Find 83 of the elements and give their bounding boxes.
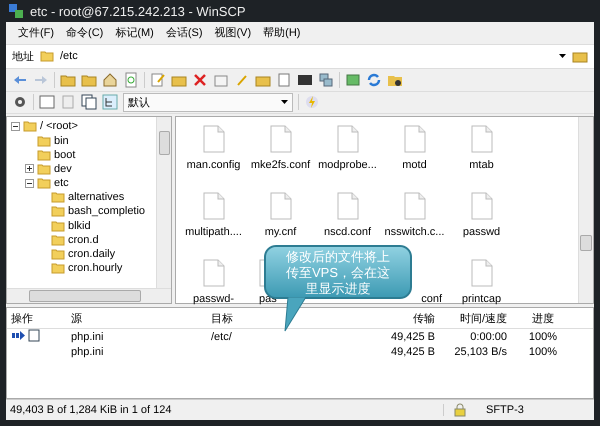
- table-cell-text: 25,103 B/s: [453, 346, 508, 358]
- file-name[interactable]: mke2fs.conf: [250, 159, 310, 172]
- folder-icon: [51, 190, 65, 204]
- column-header[interactable]: 源: [67, 310, 207, 326]
- tree-view-icon[interactable]: [102, 94, 118, 110]
- folder-icon: [51, 261, 65, 276]
- tree-item[interactable]: cron.d: [68, 234, 99, 246]
- sync-arrows-icon[interactable]: [366, 72, 382, 88]
- folder-icon: [40, 49, 54, 64]
- file-name[interactable]: man.config: [186, 159, 240, 172]
- vertical-scrollbar[interactable]: [578, 117, 593, 304]
- file-name[interactable]: motd: [402, 159, 427, 172]
- window-title: etc - root@67.215.242.213 - WinSCP: [30, 4, 246, 18]
- tree-item[interactable]: bin: [54, 134, 69, 146]
- address-field[interactable]: /etc: [60, 50, 553, 62]
- menu-item[interactable]: 命令(C): [66, 25, 104, 40]
- table-cell-text: 49,425 B: [390, 346, 436, 358]
- file-name[interactable]: nscd.conf: [324, 226, 372, 238]
- tree-item[interactable]: / <root>: [40, 120, 78, 132]
- file-name[interactable]: multipath....: [185, 226, 242, 238]
- file-name[interactable]: my.cnf: [264, 226, 296, 238]
- menu-item[interactable]: 视图(V): [214, 25, 252, 40]
- horizontal-scrollbar[interactable]: [7, 288, 171, 304]
- folder-icon: [37, 134, 51, 148]
- folder-icon: [23, 119, 37, 134]
- expand-toggle-icon[interactable]: [25, 164, 34, 174]
- folder-icon: [51, 218, 65, 233]
- vertical-scrollbar[interactable]: [156, 117, 171, 288]
- tree-item[interactable]: bash_completio: [68, 205, 146, 218]
- menu-item[interactable]: 会话(S): [166, 25, 202, 40]
- dropdown-caret-icon[interactable]: [559, 54, 566, 58]
- column-header[interactable]: 目标: [207, 310, 357, 326]
- dropdown-caret-icon: [281, 100, 288, 104]
- delete-icon[interactable]: [192, 72, 208, 88]
- folder-icon: [51, 232, 65, 247]
- folder-icon: [37, 148, 51, 162]
- column-header[interactable]: 操作: [7, 310, 67, 326]
- file-name[interactable]: passwd: [462, 226, 500, 238]
- preset-dropdown[interactable]: 默认: [123, 92, 293, 112]
- file-name[interactable]: mtab: [469, 159, 494, 172]
- collapse-toggle-icon[interactable]: [11, 122, 20, 131]
- lock-icon: [454, 403, 466, 418]
- edit-icon[interactable]: [150, 72, 166, 88]
- column-header[interactable]: 传输: [357, 310, 439, 326]
- home-icon[interactable]: [102, 72, 118, 88]
- table-cell-text: 100%: [528, 331, 558, 344]
- folder-icon: [51, 247, 65, 261]
- document-icon[interactable]: [276, 72, 292, 88]
- protocol-label: SFTP-3: [486, 404, 524, 416]
- menu-item[interactable]: 标记(M): [115, 25, 154, 40]
- menu-item[interactable]: 文件(F): [18, 25, 54, 40]
- tree-item[interactable]: dev: [54, 162, 72, 175]
- callout-tail: [284, 297, 308, 334]
- file-name[interactable]: modprobe...: [318, 159, 377, 172]
- tree-item[interactable]: etc: [54, 177, 69, 190]
- app-icon: [8, 3, 24, 19]
- folder-icon: [51, 204, 65, 218]
- copy-icon[interactable]: [81, 94, 97, 110]
- column-header[interactable]: 时间/速度: [439, 310, 511, 326]
- table-cell-text: 49,425 B: [390, 331, 436, 344]
- collapse-toggle-icon[interactable]: [25, 178, 34, 188]
- tree-item[interactable]: cron.daily: [68, 248, 116, 260]
- file-name[interactable]: printcap: [462, 293, 502, 306]
- table-cell: /etc/: [211, 331, 232, 344]
- table-cell-text: 100%: [528, 346, 558, 358]
- status-summary: 49,403 B of 1,284 KiB in 1 of 124: [6, 404, 444, 416]
- tree-item[interactable]: cron.hourly: [68, 262, 122, 274]
- address-label: 地址: [12, 50, 34, 64]
- folder-icon: [37, 162, 51, 176]
- menu-item[interactable]: 帮助(H): [263, 25, 300, 40]
- file-name[interactable]: passwd-: [193, 293, 234, 306]
- tree-item[interactable]: alternatives: [68, 191, 124, 204]
- table-cell-text: php.ini: [70, 331, 104, 344]
- computers-icon[interactable]: [318, 72, 334, 88]
- file-name[interactable]: nsswitch.c...: [384, 226, 444, 238]
- column-header[interactable]: 进度: [511, 310, 575, 326]
- table-cell-text: php.ini: [70, 346, 104, 358]
- file-name[interactable]: conf: [421, 293, 442, 306]
- tree-item[interactable]: boot: [54, 148, 76, 161]
- window-icon[interactable]: [39, 94, 55, 110]
- folder-icon: [37, 176, 51, 190]
- table-cell-text: 0:00:00: [469, 331, 508, 344]
- tree-item[interactable]: blkid: [68, 220, 91, 232]
